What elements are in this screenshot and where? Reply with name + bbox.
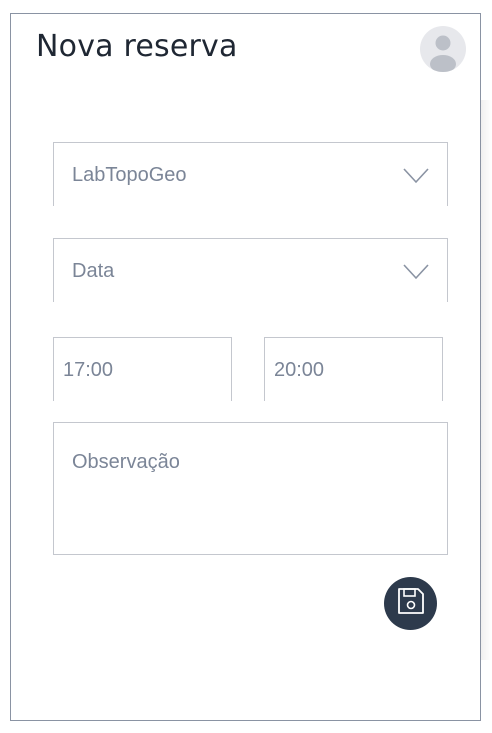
- save-button[interactable]: [384, 577, 437, 630]
- page-title: Nova reserva: [36, 29, 238, 64]
- panel-shadow: [481, 100, 492, 660]
- end-time-value: 20:00: [274, 359, 325, 381]
- reservation-card: Nova reserva LabTopoGeo Data 17:00 20:00…: [10, 13, 481, 721]
- lab-select[interactable]: LabTopoGeo: [53, 142, 448, 206]
- user-avatar-icon[interactable]: [420, 26, 466, 72]
- observation-textarea[interactable]: Observação: [53, 422, 448, 555]
- date-select-placeholder: Data: [72, 260, 115, 282]
- chevron-down-icon: [403, 167, 429, 190]
- end-time-input[interactable]: 20:00: [264, 337, 443, 401]
- observation-placeholder: Observação: [72, 451, 180, 473]
- date-select[interactable]: Data: [53, 238, 448, 302]
- chevron-down-icon: [403, 263, 429, 286]
- lab-select-value: LabTopoGeo: [72, 164, 187, 186]
- start-time-value: 17:00: [63, 359, 114, 381]
- floppy-disk-icon: [396, 586, 426, 621]
- start-time-input[interactable]: 17:00: [53, 337, 232, 401]
